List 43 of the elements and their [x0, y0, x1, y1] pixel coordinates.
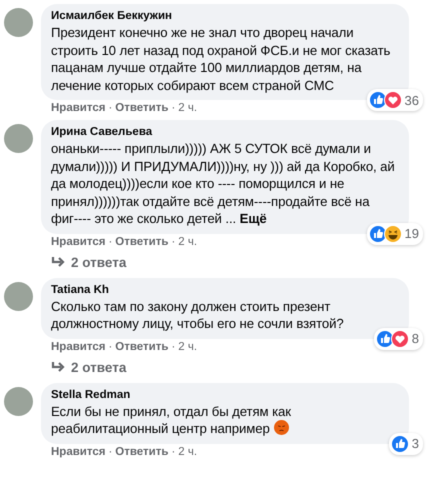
comment-time: 2 ч.	[178, 102, 198, 114]
separator-dot: ·	[108, 102, 112, 114]
reply-arrow-icon	[51, 256, 65, 268]
comment-text: Сколько там по закону должен стоить презент должностному лицу, чтобы его не сочли взятой?	[51, 298, 345, 332]
reply-link[interactable]: Ответить	[115, 446, 168, 458]
reply-link[interactable]: Ответить	[115, 236, 168, 248]
comment-time: 2 ч.	[178, 340, 198, 352]
comment-time: 2 ч.	[178, 236, 198, 248]
like-link[interactable]: Нравится	[51, 236, 106, 248]
reaction-count: 3	[412, 436, 419, 451]
separator-dot: ·	[171, 446, 176, 458]
see-more-link[interactable]: Ещё	[240, 211, 267, 226]
reactions-pill[interactable]: 19	[366, 222, 423, 244]
like-link[interactable]: Нравится	[51, 446, 106, 458]
author-name[interactable]: Исмаилбек Беккужин	[51, 9, 395, 24]
reactions-pill[interactable]: 8	[374, 328, 423, 350]
avatar[interactable]	[4, 124, 33, 153]
like-link[interactable]: Нравится	[51, 340, 106, 352]
replies-link[interactable]: 2 ответа	[41, 352, 409, 376]
reaction-count: 36	[404, 92, 419, 108]
author-name[interactable]: Tatiana Kh	[51, 282, 395, 298]
replies-link[interactable]: 2 ответа	[41, 248, 409, 272]
reactions-pill[interactable]: 3	[388, 432, 423, 454]
separator-dot: ·	[171, 102, 176, 114]
author-name[interactable]: Ирина Савельева	[51, 125, 395, 140]
separator-dot: ·	[171, 340, 176, 352]
separator-dot: ·	[108, 236, 112, 248]
comment-text: Если бы не принял, отдал бы детям как реабилитационный центр например	[51, 402, 292, 438]
like-link[interactable]: Нравится	[51, 102, 106, 114]
avatar[interactable]	[4, 282, 33, 310]
reaction-count: 19	[404, 226, 419, 241]
avatar[interactable]	[4, 8, 33, 37]
avatar[interactable]	[4, 386, 33, 416]
reaction-count: 8	[412, 331, 419, 346]
reply-link[interactable]: Ответить	[115, 102, 168, 114]
comment-time: 2 ч.	[178, 446, 198, 458]
reply-arrow-icon	[51, 361, 65, 373]
reply-link[interactable]: Ответить	[115, 340, 168, 352]
separator-dot: ·	[108, 340, 112, 352]
separator-dot: ·	[108, 446, 112, 458]
reactions-pill[interactable]: 36	[366, 89, 423, 111]
separator-dot: ·	[171, 236, 176, 248]
author-name[interactable]: Stella Redman	[51, 388, 395, 402]
